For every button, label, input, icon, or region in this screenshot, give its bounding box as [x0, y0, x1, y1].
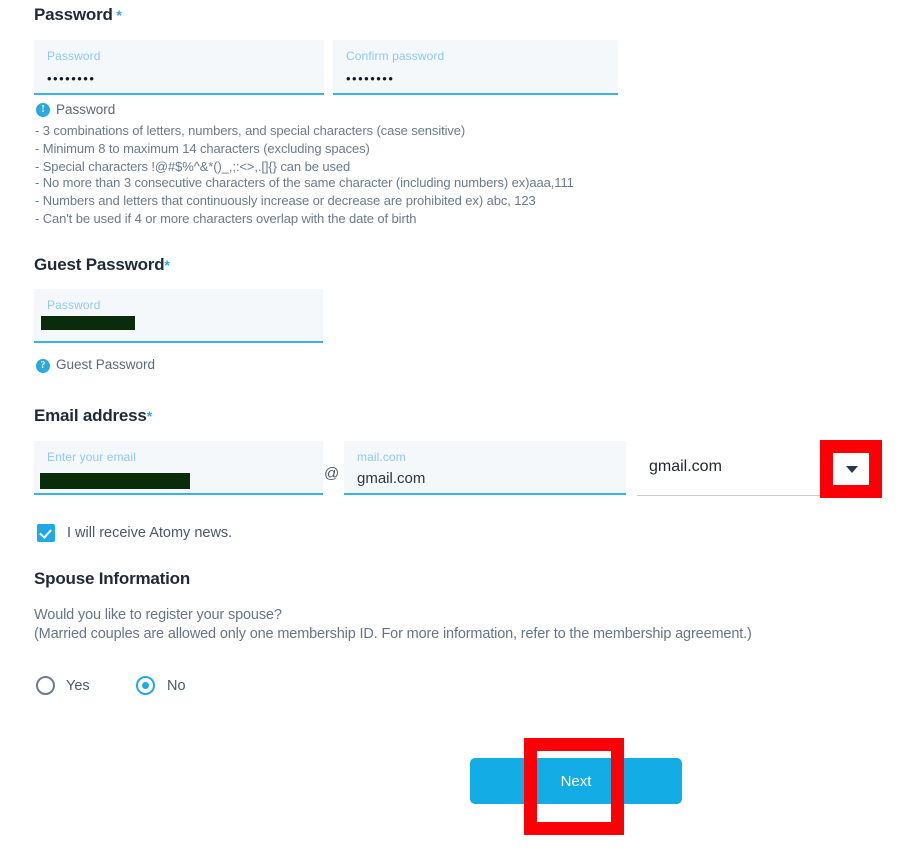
info-icon: !: [36, 103, 50, 117]
email-heading-text: Email address: [34, 406, 147, 425]
email-required-asterisk: *: [146, 408, 152, 424]
guest-password-section-heading: Guest Password*: [34, 255, 170, 275]
email-local-input-label: Enter your email: [47, 450, 136, 464]
spouse-question: Would you like to register your spouse?: [34, 607, 282, 623]
annotation-box-dropdown: [820, 440, 882, 498]
password-heading-text: Password: [34, 5, 113, 24]
email-section-heading: Email address*: [34, 406, 152, 426]
spouse-radio-yes-label: Yes: [66, 678, 90, 694]
password-rule: - Can't be used if 4 or more characters …: [35, 211, 417, 226]
guest-password-heading-text: Guest Password: [34, 255, 165, 274]
email-domain-input-value: gmail.com: [357, 470, 426, 487]
email-domain-input-label: mail.com: [357, 450, 406, 464]
spouse-radio-no-label: No: [167, 678, 186, 694]
password-rule: - Special characters !@#$%^&*()_,;:<>,.[…: [35, 159, 351, 174]
guest-password-required-asterisk: *: [164, 257, 170, 273]
password-rule: - 3 combinations of letters, numbers, an…: [35, 123, 466, 138]
password-hint-title: Password: [56, 102, 116, 117]
password-input[interactable]: Password ••••••••: [34, 40, 324, 95]
password-rule: - No more than 3 consecutive characters …: [35, 175, 574, 190]
password-required-asterisk: *: [116, 7, 122, 23]
spouse-section-heading: Spouse Information: [34, 569, 191, 588]
password-input-label: Password: [47, 49, 101, 63]
newsletter-checkbox[interactable]: [37, 524, 55, 542]
spouse-note: (Married couples are allowed only one me…: [34, 626, 752, 642]
registration-form-page: Password * Password •••••••• Confirm pas…: [0, 0, 900, 855]
email-local-redaction-bar: [40, 473, 190, 489]
confirm-password-input-label: Confirm password: [346, 49, 445, 63]
newsletter-checkbox-label: I will receive Atomy news.: [67, 525, 233, 541]
confirm-password-input-value: ••••••••: [346, 71, 395, 86]
at-symbol: @: [324, 465, 340, 482]
guest-password-input-label: Password: [47, 298, 101, 312]
password-rule: - Minimum 8 to maximum 14 characters (ex…: [35, 141, 370, 156]
email-domain-select-value: gmail.com: [649, 458, 722, 475]
confirm-password-input[interactable]: Confirm password ••••••••: [333, 40, 618, 95]
help-icon: ?: [36, 359, 50, 373]
password-input-value: ••••••••: [47, 71, 96, 86]
annotation-box-next-button: [524, 738, 624, 835]
guest-password-hint-title: Guest Password: [56, 357, 156, 372]
guest-password-redaction-bar: [41, 316, 135, 330]
spouse-radio-yes[interactable]: [36, 676, 55, 695]
email-domain-input[interactable]: mail.com gmail.com: [344, 441, 626, 495]
spouse-radio-no[interactable]: [136, 676, 155, 695]
password-section-heading: Password *: [34, 5, 122, 25]
password-rule: - Numbers and letters that continuously …: [35, 193, 536, 208]
